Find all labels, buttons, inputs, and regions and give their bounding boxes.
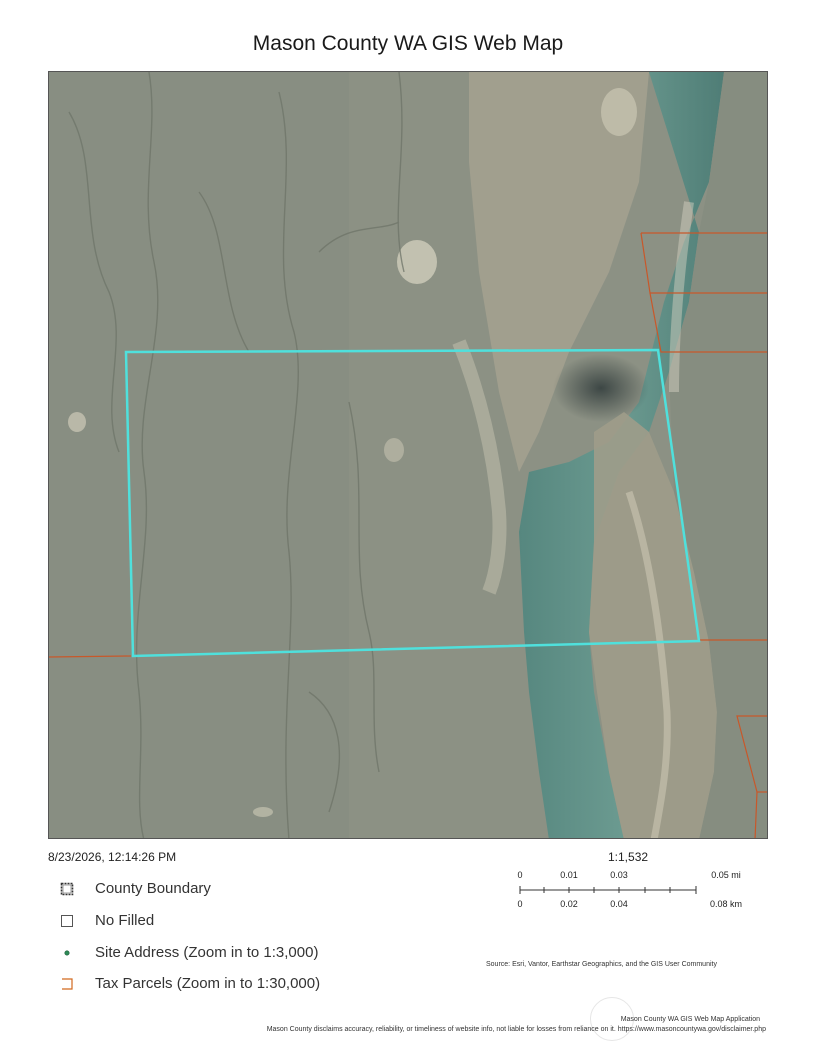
scale-top-label-1: 0.01 <box>560 870 578 880</box>
scale-top-label-3: 0.05 mi <box>711 870 741 880</box>
legend-label: County Boundary <box>95 880 211 897</box>
tax-parcel-icon <box>62 978 73 990</box>
scale-top-label-0: 0 <box>517 870 522 880</box>
footer-app-name: Mason County WA GIS Web Map Application <box>620 1016 760 1023</box>
legend-label: No Filled <box>95 912 155 929</box>
legend-item-site-address: Site Address (Zoom in to 1:3,000) <box>58 944 358 964</box>
scale-bottom-label-2: 0.04 <box>610 899 628 909</box>
scale-bottom-label-1: 0.02 <box>560 899 578 909</box>
map-title: Mason County WA GIS Web Map <box>252 32 564 55</box>
scale-ratio: 1:1,532 <box>608 850 649 864</box>
legend-item-county-boundary: County Boundary <box>58 880 358 900</box>
scale-bottom-label-3: 0.08 km <box>710 899 742 909</box>
imagery-source: Source: Esri, Vantor, Earthstar Geograph… <box>486 961 717 968</box>
legend-label: Tax Parcels (Zoom in to 1:30,000) <box>95 975 321 992</box>
scale-bar: 0 0.01 0.03 0.05 mi 0 0.02 0.04 0.08 km <box>517 870 742 909</box>
aerial-imagery <box>49 72 767 838</box>
site-address-dot-icon <box>64 950 70 956</box>
map-view[interactable] <box>48 71 768 839</box>
empty-square-icon <box>61 915 73 927</box>
scale-top-label-2: 0.03 <box>610 870 628 880</box>
footer-disclaimer: Mason County disclaims accuracy, reliabi… <box>266 1026 766 1033</box>
legend-item-no-filled: No Filled <box>58 912 358 932</box>
print-timestamp: 8/23/2026, 12:14:26 PM <box>48 850 177 864</box>
county-boundary-icon <box>60 882 74 896</box>
legend-item-tax-parcels: Tax Parcels (Zoom in to 1:30,000) <box>58 975 358 995</box>
scale-bottom-label-0: 0 <box>517 899 522 909</box>
legend-label: Site Address (Zoom in to 1:3,000) <box>95 944 319 961</box>
